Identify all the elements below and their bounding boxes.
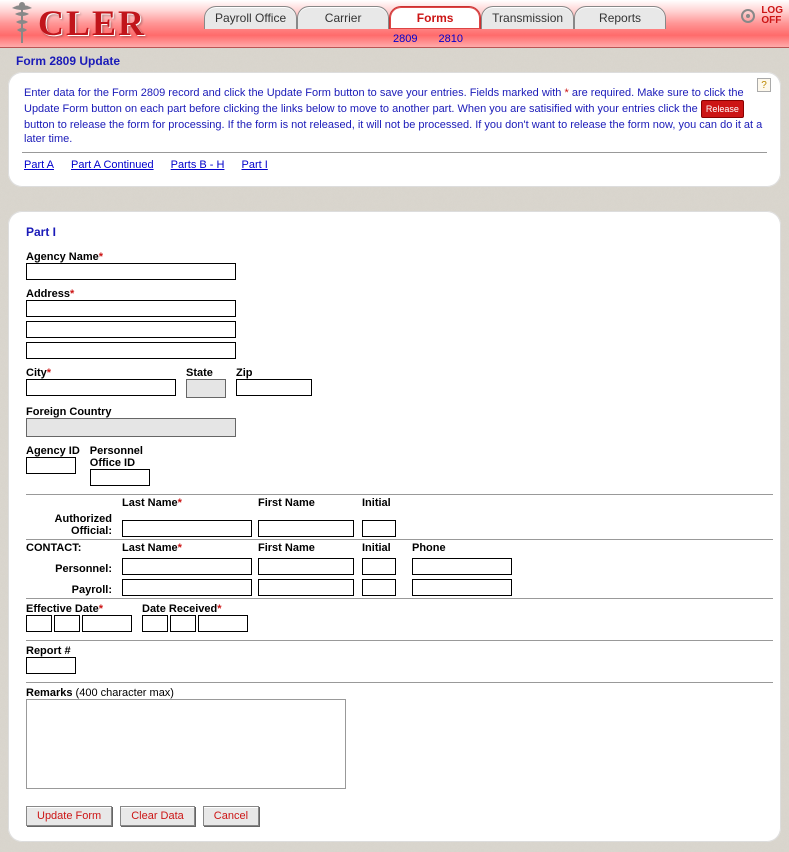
tab-forms[interactable]: Forms (389, 6, 481, 29)
instructions-panel: ? Enter data for the Form 2809 record an… (8, 72, 781, 187)
row-authorized-official: AuthorizedOfficial: (26, 513, 116, 537)
cancel-button[interactable]: Cancel (203, 806, 259, 826)
zip-input[interactable] (236, 379, 312, 396)
link-part-a-continued[interactable]: Part A Continued (71, 159, 154, 171)
address-line2-input[interactable] (26, 321, 236, 338)
label-city: City* (26, 367, 176, 379)
logo-text: CLER (38, 2, 146, 44)
date-received-dd[interactable] (170, 615, 196, 632)
label-date-received: Date Received* (142, 603, 248, 615)
remarks-textarea[interactable] (26, 699, 346, 789)
sublink-2810[interactable]: 2810 (439, 33, 463, 45)
caduceus-icon (8, 0, 36, 46)
tab-payroll-office[interactable]: Payroll Office (204, 6, 297, 29)
label-effective-date: Effective Date* (26, 603, 132, 615)
button-row: Update Form Clear Data Cancel (26, 806, 773, 826)
clear-data-button[interactable]: Clear Data (120, 806, 195, 826)
label-agency-id: Agency ID (26, 445, 80, 457)
label-address: Address* (26, 288, 773, 300)
label-contact: CONTACT: (26, 542, 116, 554)
address-line3-input[interactable] (26, 342, 236, 359)
instructions-text: Enter data for the Form 2809 record and … (22, 82, 767, 153)
authorized-initial-input[interactable] (362, 520, 396, 537)
top-header: CLER Payroll Office Carrier Forms Transm… (0, 0, 789, 48)
effective-date-yyyy[interactable] (82, 615, 132, 632)
logo: CLER (8, 0, 146, 46)
authorized-last-input[interactable] (122, 520, 252, 537)
label-zip: Zip (236, 367, 312, 379)
logoff-line2: OFF (761, 16, 783, 26)
instr-post: button to release the form for processin… (24, 119, 762, 145)
sublink-2809[interactable]: 2809 (393, 33, 417, 45)
payroll-initial-input[interactable] (362, 579, 396, 596)
col-first-name: First Name (258, 497, 356, 509)
label-report-num: Report # (26, 645, 773, 657)
col-initial: Initial (362, 497, 406, 509)
official-grid: Last Name* First Name Initial Authorized… (26, 497, 773, 537)
state-select[interactable] (186, 379, 226, 398)
col-last-name-2: Last Name* (122, 542, 252, 554)
personnel-initial-input[interactable] (362, 558, 396, 575)
date-received-yyyy[interactable] (198, 615, 248, 632)
gear-icon (739, 7, 757, 25)
update-form-button[interactable]: Update Form (26, 806, 112, 826)
tab-carrier[interactable]: Carrier (297, 6, 389, 29)
release-inline-button: Release (701, 100, 744, 118)
personnel-office-id-input[interactable] (90, 469, 150, 486)
contact-grid: CONTACT: Last Name* First Name Initial P… (26, 542, 773, 596)
help-icon[interactable]: ? (757, 78, 771, 92)
city-input[interactable] (26, 379, 176, 396)
link-part-a[interactable]: Part A (24, 159, 54, 171)
section-title: Part I (16, 221, 773, 247)
link-part-i[interactable]: Part I (242, 159, 268, 171)
foreign-country-select[interactable] (26, 418, 236, 437)
label-agency-name: Agency Name* (26, 251, 773, 263)
part-links: Part A Part A Continued Parts B - H Part… (22, 153, 767, 173)
personnel-last-input[interactable] (122, 558, 252, 575)
col-initial-2: Initial (362, 542, 406, 554)
payroll-phone-input[interactable] (412, 579, 512, 596)
col-phone: Phone (412, 542, 522, 554)
label-remarks: Remarks (400 character max) (26, 687, 773, 699)
label-state: State (186, 367, 226, 379)
forms-sublinks: 2809 2810 (393, 33, 481, 45)
payroll-last-input[interactable] (122, 579, 252, 596)
label-foreign-country: Foreign Country (26, 406, 773, 418)
agency-id-input[interactable] (26, 457, 76, 474)
link-parts-b-h[interactable]: Parts B - H (171, 159, 225, 171)
date-received-mm[interactable] (142, 615, 168, 632)
report-num-input[interactable] (26, 657, 76, 674)
logoff-button[interactable]: LOG OFF (739, 6, 783, 26)
personnel-first-input[interactable] (258, 558, 354, 575)
agency-name-input[interactable] (26, 263, 236, 280)
instr-pre: Enter data for the Form 2809 record and … (24, 87, 564, 99)
personnel-phone-input[interactable] (412, 558, 512, 575)
col-last-name: Last Name* (122, 497, 252, 509)
row-payroll: Payroll: (26, 584, 116, 596)
row-personnel: Personnel: (26, 563, 116, 575)
authorized-first-input[interactable] (258, 520, 354, 537)
tab-reports[interactable]: Reports (574, 6, 666, 29)
col-first-name-2: First Name (258, 542, 356, 554)
page-title: Form 2809 Update (8, 48, 781, 72)
effective-date-mm[interactable] (26, 615, 52, 632)
tab-transmission[interactable]: Transmission (481, 6, 574, 29)
payroll-first-input[interactable] (258, 579, 354, 596)
form-panel: Part I Agency Name* Address* City* State (8, 211, 781, 842)
label-personnel-office-id: PersonnelOffice ID (90, 445, 150, 469)
address-line1-input[interactable] (26, 300, 236, 317)
effective-date-dd[interactable] (54, 615, 80, 632)
main-tabs: Payroll Office Carrier Forms Transmissio… (204, 6, 666, 29)
